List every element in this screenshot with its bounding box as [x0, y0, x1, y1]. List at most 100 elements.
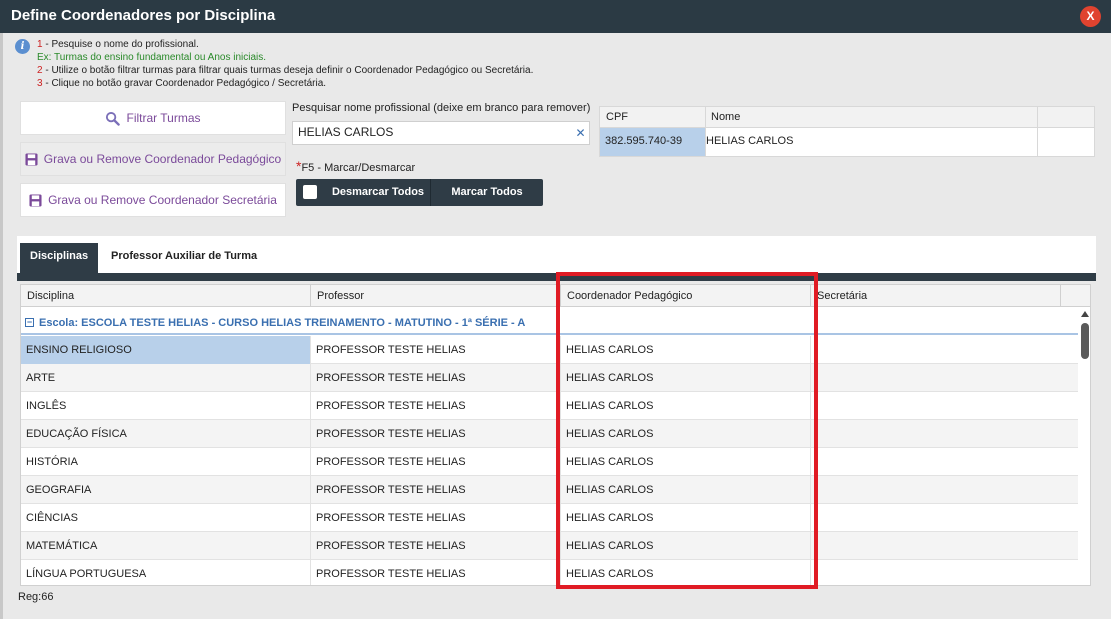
coordenador-cell[interactable]: HELIAS CARLOS: [561, 560, 811, 585]
search-label: Pesquisar nome profissional (deixe em br…: [292, 102, 591, 114]
select-all-checkbox[interactable]: [303, 185, 317, 199]
group-label: Escola: ESCOLA TESTE HELIAS - CURSO HELI…: [39, 317, 526, 329]
coordenador-cell[interactable]: HELIAS CARLOS: [561, 504, 811, 532]
disciplina-cell[interactable]: EDUCAÇÃO FÍSICA: [21, 420, 311, 448]
disciplina-cell[interactable]: MATEMÁTICA: [21, 532, 311, 560]
disciplinas-grid: Disciplina Professor Coordenador Pedagóg…: [20, 284, 1091, 586]
info-icon: i: [15, 39, 30, 54]
table-row[interactable]: EDUCAÇÃO FÍSICA PROFESSOR TESTE HELIAS HEL…: [21, 420, 1089, 448]
profissional-row[interactable]: 382.595.740-39 HELIAS CARLOS: [600, 128, 1094, 156]
table-row[interactable]: ENSINO RELIGIOSO PROFESSOR TESTE HELIAS HE…: [21, 336, 1089, 364]
column-divider: [1037, 107, 1038, 156]
window-edge: [0, 33, 3, 619]
tab-disciplinas[interactable]: Disciplinas: [20, 243, 99, 273]
grava-coordenador-label: Grava ou Remove Coordenador Pedagógico: [43, 152, 282, 166]
instruction-text: - Pesquise o nome do profissional.: [42, 39, 199, 50]
coordenador-cell[interactable]: HELIAS CARLOS: [561, 420, 811, 448]
professor-header[interactable]: Professor: [311, 285, 561, 307]
grava-secretaria-button[interactable]: Grava ou Remove Coordenador Secretária: [20, 183, 286, 217]
instruction-example: Ex: Turmas do ensino fundamental ou Anos…: [37, 52, 267, 63]
filtrar-turmas-button[interactable]: Filtrar Turmas: [20, 101, 286, 135]
tab-strip: [17, 273, 1096, 281]
marcar-todos-button[interactable]: Marcar Todos: [431, 179, 543, 206]
coordenador-cell[interactable]: HELIAS CARLOS: [561, 476, 811, 504]
coordenador-cell[interactable]: HELIAS CARLOS: [561, 448, 811, 476]
group-row[interactable]: − Escola: ESCOLA TESTE HELIAS - CURSO HE…: [21, 308, 1089, 335]
professor-cell[interactable]: PROFESSOR TESTE HELIAS: [311, 448, 561, 476]
secretaria-cell[interactable]: [811, 392, 1061, 420]
mark-bar: Desmarcar Todos Marcar Todos: [296, 179, 543, 206]
professor-cell[interactable]: PROFESSOR TESTE HELIAS: [311, 420, 561, 448]
secretaria-cell[interactable]: [811, 560, 1061, 585]
grava-secretaria-label: Grava ou Remove Coordenador Secretária: [48, 193, 277, 207]
secretaria-cell[interactable]: [811, 448, 1061, 476]
professor-cell[interactable]: PROFESSOR TESTE HELIAS: [311, 336, 561, 364]
professor-cell[interactable]: PROFESSOR TESTE HELIAS: [311, 476, 561, 504]
professor-cell[interactable]: PROFESSOR TESTE HELIAS: [311, 560, 561, 585]
grava-coordenador-button[interactable]: Grava ou Remove Coordenador Pedagógico: [20, 142, 286, 176]
disciplina-cell[interactable]: HISTÓRIA: [21, 448, 311, 476]
instructions: i 1 - Pesquise o nome do profissional. E…: [15, 38, 715, 90]
disciplina-cell[interactable]: ARTE: [21, 364, 311, 392]
dialog-title: Define Coordenadores por Disciplina: [11, 7, 276, 24]
f5-note: *F5 - Marcar/Desmarcar: [296, 158, 415, 174]
profissional-table: CPF Nome 382.595.740-39 HELIAS CARLOS: [599, 106, 1095, 157]
secretaria-cell[interactable]: [811, 476, 1061, 504]
close-button[interactable]: X: [1080, 6, 1101, 27]
coordenadores-dialog: Define Coordenadores por Disciplina X i …: [0, 0, 1111, 619]
clear-icon[interactable]: ✕: [573, 125, 588, 141]
secretaria-cell[interactable]: [811, 336, 1061, 364]
disciplina-cell[interactable]: CIÊNCIAS: [21, 504, 311, 532]
search-field[interactable]: ✕: [292, 121, 590, 145]
secretaria-cell[interactable]: [811, 532, 1061, 560]
professor-cell[interactable]: PROFESSOR TESTE HELIAS: [311, 504, 561, 532]
instruction-2: 2 - Utilize o botão filtrar turmas para …: [15, 64, 715, 77]
secretaria-cell[interactable]: [811, 364, 1061, 392]
table-row[interactable]: MATEMÁTICA PROFESSOR TESTE HELIAS HELIAS C…: [21, 532, 1089, 560]
search-block: Pesquisar nome profissional (deixe em br…: [292, 102, 592, 206]
coordenador-cell[interactable]: HELIAS CARLOS: [561, 392, 811, 420]
search-input[interactable]: [298, 125, 568, 139]
disciplina-cell[interactable]: GEOGRAFIA: [21, 476, 311, 504]
grid-header: Disciplina Professor Coordenador Pedagóg…: [21, 285, 1090, 307]
professor-cell[interactable]: PROFESSOR TESTE HELIAS: [311, 364, 561, 392]
scroll-thumb[interactable]: [1081, 323, 1089, 359]
professor-cell[interactable]: PROFESSOR TESTE HELIAS: [311, 392, 561, 420]
disciplina-cell[interactable]: INGLÊS: [21, 392, 311, 420]
professor-cell[interactable]: PROFESSOR TESTE HELIAS: [311, 532, 561, 560]
collapse-icon[interactable]: −: [25, 318, 34, 327]
table-row[interactable]: CIÊNCIAS PROFESSOR TESTE HELIAS HELIAS CAR…: [21, 504, 1089, 532]
instruction-3: 3 - Clique no botão gravar Coordenador P…: [15, 77, 715, 90]
save-icon: [25, 152, 38, 166]
instruction-text: - Utilize o botão filtrar turmas para fi…: [42, 65, 534, 76]
search-icon: [106, 111, 121, 126]
secretaria-header[interactable]: Secretária: [811, 285, 1061, 307]
table-row[interactable]: INGLÊS PROFESSOR TESTE HELIAS HELIAS CARLO…: [21, 392, 1089, 420]
nome-header: Nome: [711, 111, 741, 123]
coordenador-header[interactable]: Coordenador Pedagógico: [561, 285, 811, 307]
table-row[interactable]: HISTÓRIA PROFESSOR TESTE HELIAS HELIAS CAR…: [21, 448, 1089, 476]
scroll-up-arrow-icon[interactable]: [1081, 311, 1089, 317]
cpf-header: CPF: [606, 111, 628, 123]
coordenador-cell[interactable]: HELIAS CARLOS: [561, 364, 811, 392]
table-row[interactable]: GEOGRAFIA PROFESSOR TESTE HELIAS HELIAS CA…: [21, 476, 1089, 504]
disciplina-cell[interactable]: LÍNGUA PORTUGUESA: [21, 560, 311, 585]
filtrar-turmas-label: Filtrar Turmas: [126, 111, 201, 125]
disciplina-header[interactable]: Disciplina: [21, 285, 311, 307]
coordenador-cell[interactable]: HELIAS CARLOS: [561, 336, 811, 364]
table-row[interactable]: ARTE PROFESSOR TESTE HELIAS HELIAS CARLOS: [21, 364, 1089, 392]
title-bar: Define Coordenadores por Disciplina X: [0, 0, 1111, 33]
coordenador-cell[interactable]: HELIAS CARLOS: [561, 532, 811, 560]
record-count: Reg:66: [18, 591, 54, 603]
instruction-text: - Clique no botão gravar Coordenador Ped…: [42, 78, 327, 89]
desmarcar-todos-button[interactable]: Desmarcar Todos: [326, 179, 430, 206]
secretaria-cell[interactable]: [811, 420, 1061, 448]
table-row[interactable]: LÍNGUA PORTUGUESA PROFESSOR TESTE HELIAS H…: [21, 560, 1089, 585]
tab-professor-auxiliar[interactable]: Professor Auxiliar de Turma: [101, 243, 267, 273]
cpf-cell: 382.595.740-39: [600, 128, 705, 156]
instruction-1: 1 - Pesquise o nome do profissional.: [15, 38, 715, 51]
disciplina-cell[interactable]: ENSINO RELIGIOSO: [21, 336, 311, 364]
vertical-scrollbar[interactable]: [1078, 308, 1090, 585]
secretaria-cell[interactable]: [811, 504, 1061, 532]
f5-note-text: F5 - Marcar/Desmarcar: [301, 162, 416, 174]
